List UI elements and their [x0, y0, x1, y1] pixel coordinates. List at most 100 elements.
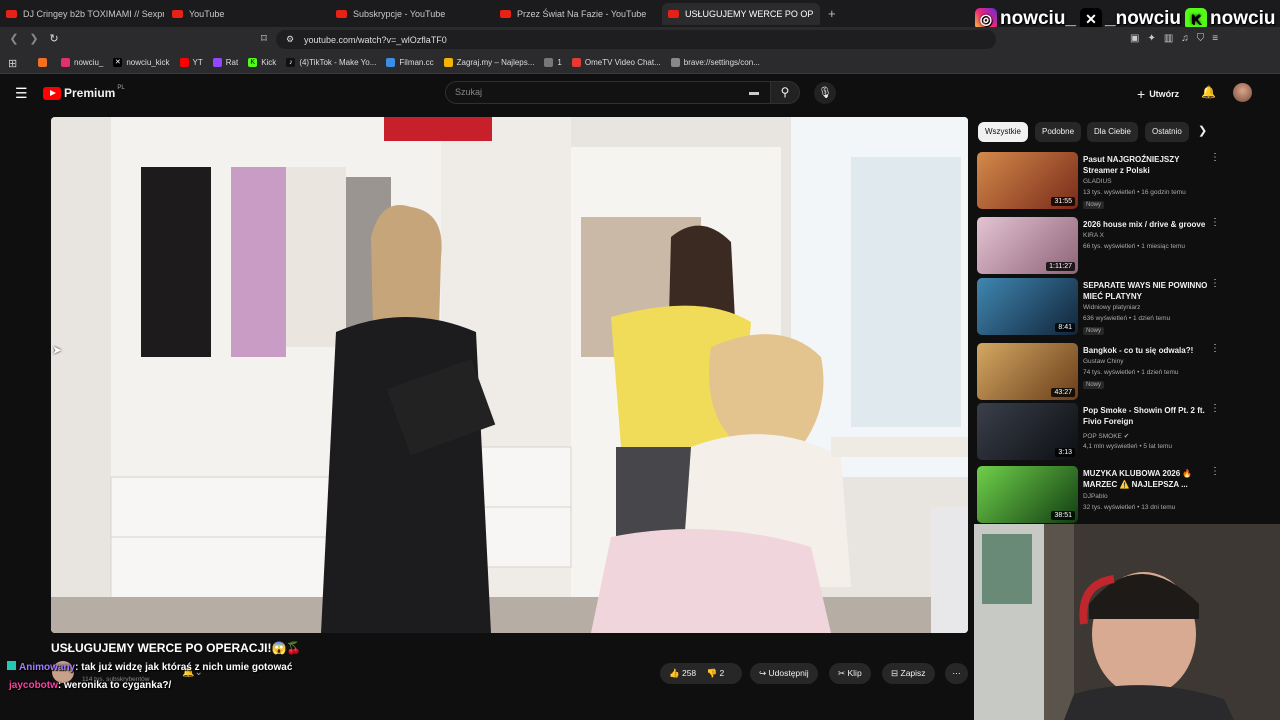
youtube-icon — [179, 58, 189, 67]
zagraj-icon — [443, 58, 453, 67]
channel-name[interactable]: KIRA X — [1083, 232, 1104, 239]
notifications-bell-icon[interactable]: 🔔 — [1201, 85, 1216, 99]
bookmark-7[interactable]: Filman.cc — [386, 58, 434, 67]
menu-icon[interactable]: ≡ — [1212, 33, 1218, 47]
site-info-icon[interactable]: ⚙ — [286, 34, 294, 45]
close-tab-icon[interactable]: ✕ — [813, 9, 820, 20]
recommendation-item[interactable]: 8:41 SEPARATE WAYS NIE POWINNO MIEĆ PLAT… — [977, 278, 1267, 336]
avatar[interactable] — [1233, 83, 1252, 102]
bookmark-5[interactable]: K Kick — [248, 58, 276, 67]
recommendation-item[interactable]: 38:51 MUZYKA KLUBOWA 2026 🔥 MARZEC ⚠️ NA… — [977, 466, 1267, 524]
video-frame — [51, 117, 968, 633]
verified-icon: ✔ — [1123, 433, 1130, 440]
bookmark-10[interactable]: OmeTV Video Chat... — [571, 58, 661, 67]
apps-grid-icon[interactable]: ⊞ — [8, 57, 17, 70]
channel-name[interactable]: Gustaw Chiny — [1083, 358, 1123, 365]
recommendation-title[interactable]: 2026 house mix / drive & groove — [1083, 219, 1211, 230]
bookmark-3[interactable]: YT — [179, 58, 203, 67]
video-thumbnail[interactable]: 3:13 — [977, 403, 1078, 460]
recommendation-item[interactable]: 1:11:27 2026 house mix / drive & groove … — [977, 217, 1267, 275]
tab-2[interactable]: Subskrypcje - YouTube — [336, 3, 494, 25]
like-button[interactable]: 👍 258 — [669, 668, 696, 678]
chat-username: jaycobotw — [9, 680, 58, 691]
recommendation-title[interactable]: Bangkok - co tu się odwala?! — [1083, 345, 1211, 356]
video-player[interactable] — [51, 117, 968, 633]
bookmark-9[interactable]: 1 — [544, 58, 562, 67]
bookmark-2[interactable]: ✕ nowciu_kick — [113, 58, 170, 67]
clip-button[interactable]: ✂ Klip — [829, 663, 871, 684]
video-thumbnail[interactable]: 38:51 — [977, 466, 1078, 523]
chip-recent[interactable]: Ostatnio — [1145, 122, 1189, 142]
extension-icon[interactable]: ▣ — [1130, 33, 1139, 47]
bookmark-0[interactable] — [38, 58, 51, 67]
more-vert-icon[interactable]: ⋮ — [1210, 278, 1220, 289]
sidebar-icon[interactable]: ▥ — [1164, 33, 1173, 47]
channel-name[interactable]: POP SMOKE ✔ — [1083, 432, 1129, 440]
more-vert-icon[interactable]: ⋮ — [1210, 403, 1220, 414]
video-thumbnail[interactable]: 43:27 — [977, 343, 1078, 400]
shield-icon[interactable]: ⛉ — [1197, 33, 1205, 47]
bookmark-6[interactable]: ♪ (4)TikTok - Make Yo... — [286, 58, 376, 67]
recommendation-item[interactable]: 43:27 Bangkok - co tu się odwala?! Gusta… — [977, 343, 1267, 401]
video-thumbnail[interactable]: 31:55 — [977, 152, 1078, 209]
chat-message: jaycobotw: weronika to cyganka?/ — [9, 680, 171, 691]
bookmark-1[interactable]: nowciu_ — [61, 58, 103, 67]
bookmark-11[interactable]: brave://settings/con... — [670, 58, 760, 67]
video-thumbnail[interactable]: 1:11:27 — [977, 217, 1078, 274]
forward-icon[interactable]: ❯ — [26, 31, 42, 47]
url-field[interactable]: ⚙ youtube.com/watch?v=_wlOzflaTF0 — [276, 30, 996, 49]
twitch-icon — [212, 58, 222, 67]
share-button[interactable]: ↪ Udostępnij — [750, 663, 818, 684]
keyboard-icon[interactable]: ▬ — [749, 82, 759, 103]
more-vert-icon[interactable]: ⋮ — [1210, 152, 1220, 163]
channel-name[interactable]: DJPablo — [1083, 493, 1108, 500]
bookmark-icon[interactable]: ⌑ — [256, 31, 272, 47]
chevron-right-icon[interactable]: ❯ — [1198, 124, 1207, 137]
tab-0[interactable]: DJ Cringey b2b TOXIMAMI // Sexpre — [6, 3, 164, 25]
more-vert-icon[interactable]: ⋮ — [1210, 343, 1220, 354]
video-meta: 636 wyświetleń • 1 dzień temu — [1083, 315, 1171, 322]
back-icon[interactable]: ❮ — [6, 31, 22, 47]
save-icon: ⊟ — [891, 668, 899, 678]
mouse-cursor-icon: ➤ — [52, 343, 63, 357]
more-actions-button[interactable]: ⋯ — [945, 663, 968, 684]
puzzle-icon[interactable]: ✦ — [1147, 33, 1155, 47]
dislike-button[interactable]: 👎 2 — [707, 668, 725, 678]
search-button[interactable]: ⚲ — [770, 81, 800, 104]
bookmark-4[interactable]: Rat — [212, 58, 238, 67]
browser-toolbar-icons: ▣ ✦ ▥ ♫ ⛉ ≡ — [1130, 33, 1270, 47]
recommendation-title[interactable]: Pasut NAJGROŹNIEJSZY Streamer z Polski — [1083, 154, 1211, 176]
hamburger-menu-icon[interactable]: ☰ — [15, 85, 28, 102]
bookmarks-bar: ⊞ nowciu_ ✕ nowciu_kick YT Rat K Kick ♪ (4)… — [0, 52, 1280, 74]
search-input[interactable]: Szukaj ▬ — [445, 81, 771, 104]
youtube-premium-logo[interactable]: Premium PL — [43, 85, 125, 100]
chat-badge-icon — [7, 661, 16, 670]
video-thumbnail[interactable]: 8:41 — [977, 278, 1078, 335]
new-badge: Nowy — [1083, 327, 1105, 335]
tab-1[interactable]: YouTube — [172, 3, 330, 25]
chip-for-you[interactable]: Dla Ciebie — [1087, 122, 1138, 142]
microphone-icon[interactable]: 🎙 — [814, 82, 836, 104]
more-vert-icon[interactable]: ⋮ — [1210, 466, 1220, 477]
channel-name[interactable]: GLADIUS — [1083, 178, 1112, 185]
recommendation-item[interactable]: 31:55 Pasut NAJGROŹNIEJSZY Streamer z Po… — [977, 152, 1267, 210]
music-icon[interactable]: ♫ — [1181, 33, 1189, 47]
recommendation-title[interactable]: SEPARATE WAYS NIE POWINNO MIEĆ PLATYNY — [1083, 280, 1211, 302]
tab-3[interactable]: Przez Świat Na Fazie - YouTube — [500, 3, 658, 25]
create-button[interactable]: + Utwórz — [1137, 86, 1179, 102]
recommendation-title[interactable]: MUZYKA KLUBOWA 2026 🔥 MARZEC ⚠️ NAJLEPSZ… — [1083, 468, 1211, 490]
save-button[interactable]: ⊟ Zapisz — [882, 663, 935, 684]
more-vert-icon[interactable]: ⋮ — [1210, 217, 1220, 228]
reload-icon[interactable]: ↻ — [46, 31, 62, 47]
recommendation-item[interactable]: 3:13 Pop Smoke - Showin Off Pt. 2 ft. Fi… — [977, 403, 1267, 461]
chip-all[interactable]: Wszystkie — [978, 122, 1028, 142]
chat-text: : weronika to cyganka?/ — [57, 680, 172, 691]
chip-related[interactable]: Podobne — [1035, 122, 1082, 142]
recommendation-title[interactable]: Pop Smoke - Showin Off Pt. 2 ft. Fivio F… — [1083, 405, 1211, 427]
youtube-favicon-icon — [336, 10, 347, 18]
channel-name[interactable]: Widniowy platyniarz — [1083, 304, 1140, 311]
webcam-frame — [974, 524, 1280, 720]
bookmark-8[interactable]: Zagraj.my – Najleps... — [443, 58, 534, 67]
tab-active[interactable]: USŁUGUJEMY WERCE PO OP✕ — [662, 3, 820, 25]
new-tab-icon[interactable]: + — [828, 6, 836, 21]
